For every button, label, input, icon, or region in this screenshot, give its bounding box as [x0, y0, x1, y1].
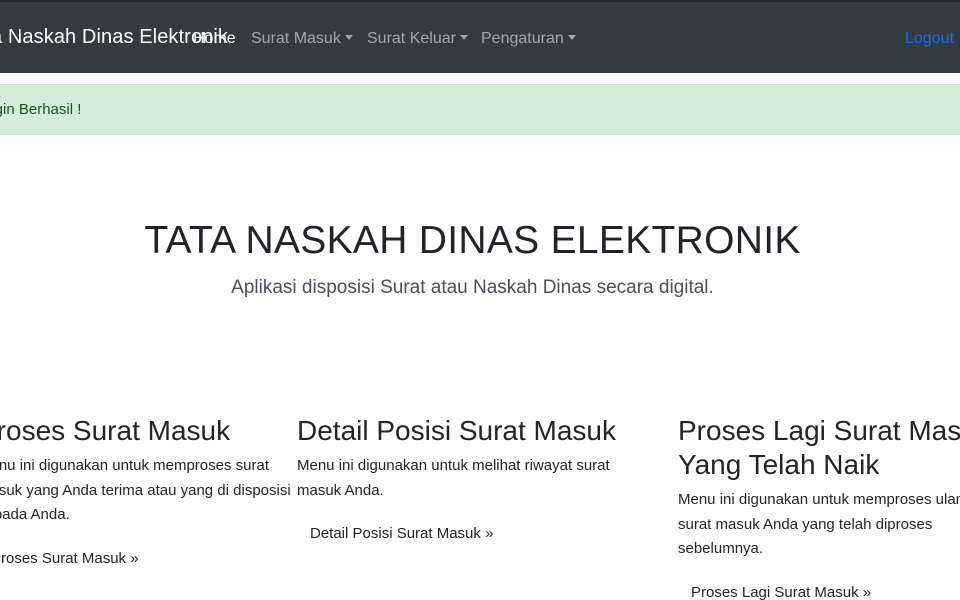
card-title-line: Proses Lagi Surat Masuk — [678, 415, 960, 446]
proses-lagi-surat-masuk-button[interactable]: Proses Lagi Surat Masuk » — [691, 584, 871, 600]
card-description-line: Menu ini digunakan untuk memproses ulang — [678, 491, 960, 508]
card-description: Menu ini digunakan untuk memproses surat… — [0, 454, 291, 528]
nav-item-pengaturan-label: Pengaturan — [481, 30, 564, 47]
success-alert: Login Berhasil ! — [0, 84, 960, 135]
nav-item-surat-keluar-label: Surat Keluar — [367, 30, 456, 47]
card-description-line: masuk Anda. — [297, 481, 384, 499]
nav-item-surat-masuk[interactable]: Surat Masuk — [251, 30, 353, 48]
proses-surat-masuk-button[interactable]: Proses Surat Masuk » — [0, 550, 139, 567]
card-title: Detail Posisi Surat Masuk — [297, 415, 617, 446]
card-description-line: Menu ini digunakan untuk memproses surat — [0, 457, 269, 474]
nav-item-pengaturan[interactable]: Pengaturan — [481, 30, 576, 48]
nav-item-home[interactable]: Home — [193, 30, 236, 48]
alert-message: Login Berhasil ! — [0, 101, 82, 118]
hero-lead: Aplikasi disposisi Surat atau Naskah Din… — [231, 277, 714, 298]
detail-posisi-surat-masuk-button[interactable]: Detail Posisi Surat Masuk » — [310, 525, 493, 542]
card-proses-surat-masuk: Proses Surat Masuk Menu ini digunakan un… — [0, 414, 291, 568]
card-description-line: masuk yang Anda terima atau yang di disp… — [0, 481, 291, 499]
card-title: Proses Surat Masuk — [0, 415, 231, 446]
card-description-line: Menu ini digunakan untuk melihat riwayat… — [297, 457, 610, 474]
card-description: Menu ini digunakan untuk memproses ulang… — [678, 488, 960, 562]
card-description-line: surat masuk Anda yang telah diproses — [678, 515, 933, 533]
card-description-line: kepada Anda. — [0, 506, 70, 523]
chevron-down-icon — [344, 35, 353, 40]
nav-item-surat-masuk-label: Surat Masuk — [251, 30, 341, 47]
nav-item-surat-keluar[interactable]: Surat Keluar — [367, 30, 468, 48]
card-proses-lagi-surat-masuk: Proses Lagi Surat Masuk Yang Telah Naik … — [678, 414, 960, 600]
navbar: Tata Naskah Dinas Elektronik Home Surat … — [0, 0, 960, 73]
card-title-line: Yang Telah Naik — [678, 449, 880, 480]
chevron-down-icon — [567, 35, 576, 40]
page: Tata Naskah Dinas Elektronik Home Surat … — [0, 0, 960, 600]
logout-link[interactable]: Logout — [905, 30, 954, 48]
card-description: Menu ini digunakan untuk melihat riwayat… — [297, 454, 616, 503]
card-detail-posisi-surat-masuk: Detail Posisi Surat Masuk Menu ini digun… — [297, 414, 616, 543]
chevron-down-icon — [459, 35, 468, 40]
card-description-line: sebelumnya. — [678, 540, 764, 557]
hero-title: TATA NASKAH DINAS ELEKTRONIK — [144, 219, 801, 262]
card-title: Proses Lagi Surat Masuk Yang Telah Naik — [678, 414, 960, 482]
